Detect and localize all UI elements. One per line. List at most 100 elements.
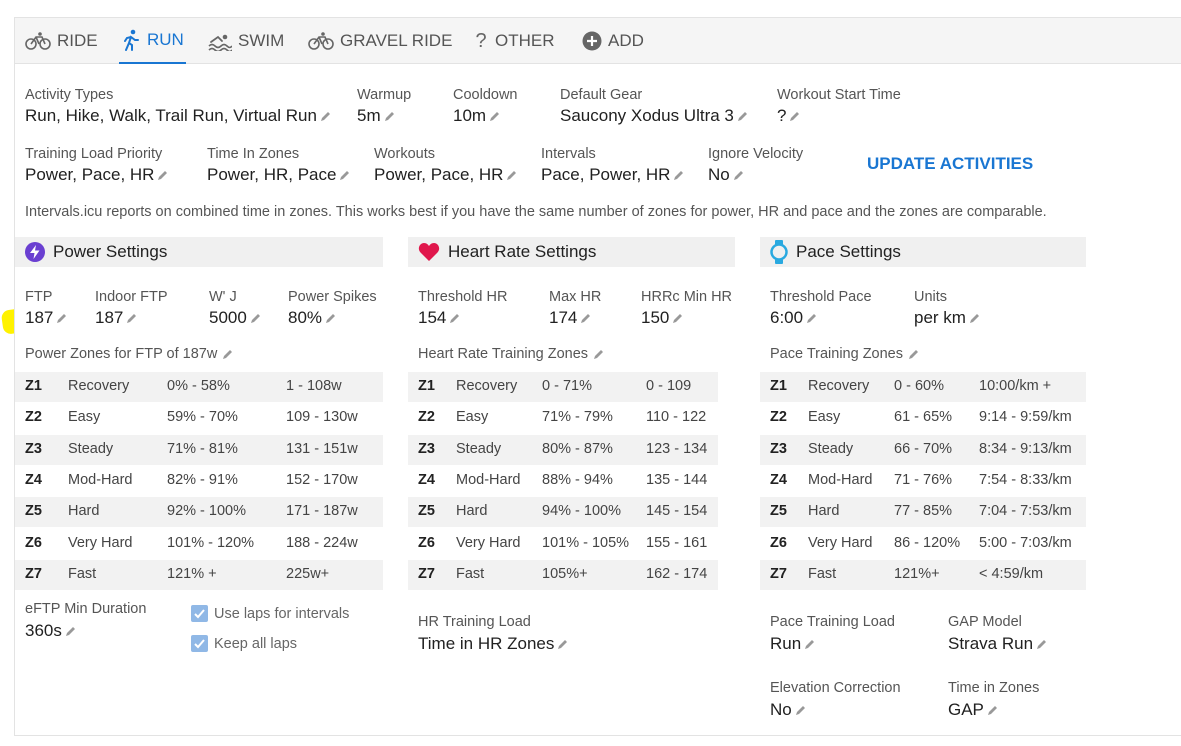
threshold-pace-value[interactable]: 6:00 xyxy=(770,308,818,328)
keep-all-laps-checkbox[interactable]: Keep all laps xyxy=(191,635,297,652)
pencil-icon xyxy=(384,112,394,121)
pencil-icon xyxy=(987,706,997,715)
tab-other[interactable]: ? OTHER xyxy=(473,18,555,64)
use-laps-checkbox[interactable]: Use laps for intervals xyxy=(191,605,349,622)
w-prime-value[interactable]: 5000 xyxy=(209,308,262,328)
zone-id: Z5 xyxy=(25,503,42,520)
update-activities-button[interactable]: UPDATE ACTIVITIES xyxy=(867,154,1033,174)
zone-id: Z2 xyxy=(418,409,435,426)
zone-row-z3: Z3 Steady 71% - 81% 131 - 151w xyxy=(15,434,383,465)
pencil-icon xyxy=(65,627,75,636)
zone-name: Hard xyxy=(456,503,488,520)
value-text: Saucony Xodus Ultra 3 xyxy=(560,106,734,125)
zone-name: Easy xyxy=(456,409,489,426)
activity-types-value[interactable]: Run, Hike, Walk, Trail Run, Virtual Run xyxy=(25,106,332,126)
cooldown-value[interactable]: 10m xyxy=(453,106,501,126)
hr-zones-title[interactable]: Heart Rate Training Zones xyxy=(418,346,605,362)
zone-range: 7:54 - 8:33/km xyxy=(979,471,1072,488)
zone-row-z2: Z2 Easy 59% - 70% 109 - 130w xyxy=(15,403,383,433)
pencil-icon xyxy=(581,314,591,323)
intervals-value[interactable]: Pace, Power, HR xyxy=(541,165,685,185)
zone-percent: 0 - 71% xyxy=(542,378,592,394)
tab-label: OTHER xyxy=(495,31,555,50)
zone-id: Z4 xyxy=(770,471,787,488)
zone-percent: 101% - 105% xyxy=(542,534,630,551)
power-zones-title[interactable]: Power Zones for FTP of 187w xyxy=(25,346,234,362)
zones-note: Intervals.icu reports on combined time i… xyxy=(25,204,1047,220)
pace-zones-title[interactable]: Pace Training Zones xyxy=(770,346,920,362)
value-text: Strava Run xyxy=(948,634,1034,653)
units-value[interactable]: per km xyxy=(914,308,981,328)
zone-id: Z2 xyxy=(770,409,787,426)
zone-id: Z5 xyxy=(418,503,435,520)
elevation-correction-label: Elevation Correction xyxy=(770,680,901,696)
zone-percent: 82% - 91% xyxy=(167,471,238,488)
threshold-hr-value[interactable]: 154 xyxy=(418,308,461,328)
value-text: 5000 xyxy=(209,308,247,327)
pencil-icon xyxy=(805,640,815,649)
zone-percent: 0 - 60% xyxy=(894,378,944,394)
pencil-icon xyxy=(507,171,517,180)
zone-row-z7: Z7 Fast 105%+ 162 - 174 xyxy=(408,559,718,590)
zone-percent: 92% - 100% xyxy=(167,503,246,520)
workouts-value[interactable]: Power, Pace, HR xyxy=(374,165,518,185)
zone-id: Z3 xyxy=(770,440,787,457)
time-in-zones-value[interactable]: Power, HR, Pace xyxy=(207,165,351,185)
tab-label: ADD xyxy=(608,31,644,50)
ignore-velocity-value[interactable]: No xyxy=(708,165,745,185)
zone-row-z3: Z3 Steady 80% - 87% 123 - 134 xyxy=(408,434,718,465)
elevation-correction-value[interactable]: No xyxy=(770,700,807,720)
units-label: Units xyxy=(914,289,948,305)
pencil-icon xyxy=(250,314,260,323)
pace-time-in-zones-value[interactable]: GAP xyxy=(948,700,999,720)
ftp-value[interactable]: 187 xyxy=(25,308,68,328)
time-in-zones-label: Time In Zones xyxy=(207,146,300,162)
zone-row-z3: Z3 Steady 66 - 70% 8:34 - 9:13/km xyxy=(760,434,1086,465)
pace-training-load-value[interactable]: Run xyxy=(770,634,816,654)
tab-label: SWIM xyxy=(238,31,285,50)
value-text: per km xyxy=(914,308,966,327)
indoor-ftp-value[interactable]: 187 xyxy=(95,308,138,328)
zone-name: Fast xyxy=(808,565,837,582)
zone-range: 10:00/km + xyxy=(979,378,1052,394)
warmup-value[interactable]: 5m xyxy=(357,106,396,126)
zone-range: 162 - 174 xyxy=(646,565,708,582)
zone-percent: 66 - 70% xyxy=(894,440,953,457)
power-spikes-value[interactable]: 80% xyxy=(288,308,337,328)
zone-id: Z1 xyxy=(770,378,787,394)
gap-model-label: GAP Model xyxy=(948,614,1022,630)
pencil-icon xyxy=(558,640,568,649)
training-load-priority-value[interactable]: Power, Pace, HR xyxy=(25,165,169,185)
hrrc-min-hr-label: HRRc Min HR xyxy=(641,289,733,305)
gap-model-value[interactable]: Strava Run xyxy=(948,634,1048,654)
hrrc-min-hr-value[interactable]: 150 xyxy=(641,308,684,328)
zone-range: 7:04 - 7:53/km xyxy=(979,503,1072,520)
zone-range: 171 - 187w xyxy=(286,503,358,520)
hr-training-load-value[interactable]: Time in HR Zones xyxy=(418,634,569,654)
value-text: Run, Hike, Walk, Trail Run, Virtual Run xyxy=(25,106,317,125)
settings-panel: RIDE RUN SWIM GRAVEL RIDE ? OTHER ADD Ac… xyxy=(14,17,1181,736)
zone-range: 0 - 109 xyxy=(646,378,692,394)
default-gear-value[interactable]: Saucony Xodus Ultra 3 xyxy=(560,106,749,126)
tab-run[interactable]: RUN xyxy=(119,18,186,64)
max-hr-value[interactable]: 174 xyxy=(549,308,592,328)
zone-percent: 121%+ xyxy=(894,565,940,582)
zone-row-z2: Z2 Easy 61 - 65% 9:14 - 9:59/km xyxy=(760,403,1086,433)
zone-name: Fast xyxy=(456,565,485,582)
eftp-min-duration-value[interactable]: 360s xyxy=(25,621,77,641)
zone-row-z1: Z1 Recovery 0% - 58% 1 - 108w xyxy=(15,372,383,402)
tab-gravel-ride[interactable]: GRAVEL RIDE xyxy=(308,18,452,64)
tab-ride[interactable]: RIDE xyxy=(25,18,98,64)
pencil-icon xyxy=(158,171,168,180)
pencil-icon xyxy=(490,112,500,121)
workout-start-time-value[interactable]: ? xyxy=(777,106,801,126)
zone-percent: 88% - 94% xyxy=(542,471,613,488)
zone-name: Recovery xyxy=(68,378,130,394)
zone-name: Steady xyxy=(808,440,854,457)
tab-swim[interactable]: SWIM xyxy=(208,18,284,64)
tab-add[interactable]: ADD xyxy=(582,18,644,64)
zone-name: Hard xyxy=(808,503,840,520)
activity-types-label: Activity Types xyxy=(25,87,114,103)
checkbox-label: Use laps for intervals xyxy=(214,605,350,622)
zone-name: Mod-Hard xyxy=(808,471,873,488)
